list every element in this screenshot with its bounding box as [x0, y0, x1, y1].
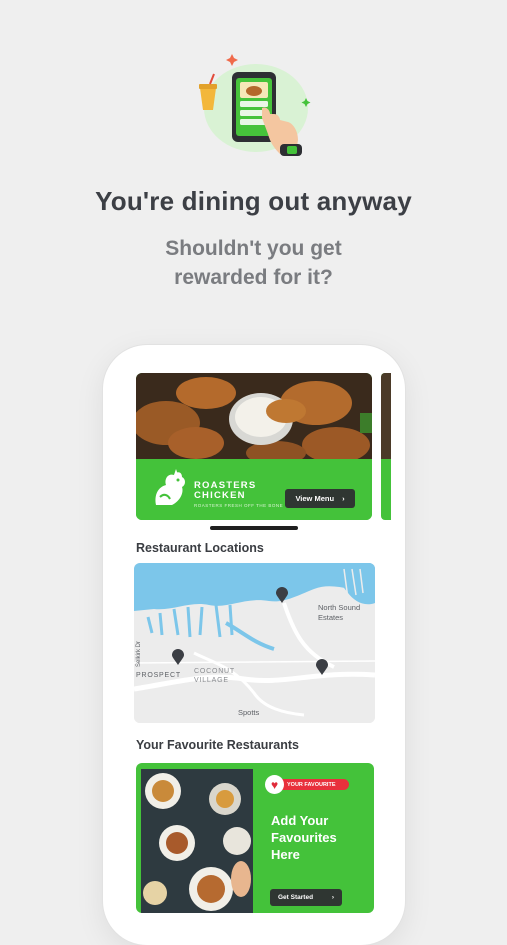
- restaurant-locations-title: Restaurant Locations: [136, 541, 264, 555]
- map-label-selkirk-dr: Selkirk Dr: [136, 640, 142, 667]
- heart-icon: ♥: [265, 775, 284, 794]
- map-pin-icon[interactable]: [172, 649, 184, 665]
- your-favourite-badge: YOUR FAVOURITE ♥: [265, 775, 351, 794]
- phone-mockup: ROASTERS CHICKEN ROASTERS FRESH OFF THE …: [103, 345, 405, 945]
- view-menu-button[interactable]: View Menu ›: [285, 489, 355, 508]
- chicken-wings-photo: [136, 373, 372, 459]
- map-label-coconut-village: COCONUT VILLAGE: [194, 668, 235, 684]
- featured-restaurant-card[interactable]: ROASTERS CHICKEN ROASTERS FRESH OFF THE …: [136, 373, 372, 520]
- view-menu-label: View Menu: [295, 494, 335, 503]
- phone-ordering-illustration: [199, 54, 311, 156]
- map-pin-icon[interactable]: [316, 659, 328, 675]
- rooster-logo-icon: [155, 469, 185, 505]
- brand-name: ROASTERS CHICKEN: [194, 480, 257, 501]
- add-favourites-heading: Add Your Favourites Here: [271, 813, 337, 862]
- carousel-indicator: [210, 526, 298, 530]
- onboarding-headline: You're dining out anyway: [95, 186, 412, 216]
- favourite-restaurants-title: Your Favourite Restaurants: [136, 738, 300, 752]
- badge-label: YOUR FAVOURITE: [279, 779, 349, 790]
- dining-table-photo: [141, 769, 253, 913]
- add-favourites-card[interactable]: YOUR FAVOURITE ♥ Add Your Favourites Her…: [136, 763, 374, 913]
- map-label-north-sound-estates: North Sound Estates: [318, 603, 361, 622]
- restaurant-locations-map[interactable]: North Sound Estates PROSPECT COCONUT VIL…: [134, 563, 375, 723]
- onboarding-subheadline: Shouldn't you get rewarded for it?: [165, 237, 342, 289]
- map-label-spotts: Spotts: [238, 708, 260, 717]
- get-started-button[interactable]: Get Started ›: [270, 889, 342, 906]
- map-label-prospect: PROSPECT: [136, 672, 181, 679]
- map-background: [134, 563, 375, 723]
- map-pin-icon[interactable]: [276, 587, 288, 603]
- next-restaurant-card[interactable]: [381, 373, 391, 520]
- brand-bar: ROASTERS CHICKEN ROASTERS FRESH OFF THE …: [136, 459, 372, 520]
- app-screen: ROASTERS CHICKEN ROASTERS FRESH OFF THE …: [103, 345, 405, 945]
- brand-tagline: ROASTERS FRESH OFF THE BONE: [194, 503, 284, 508]
- chevron-right-icon: ›: [342, 494, 345, 503]
